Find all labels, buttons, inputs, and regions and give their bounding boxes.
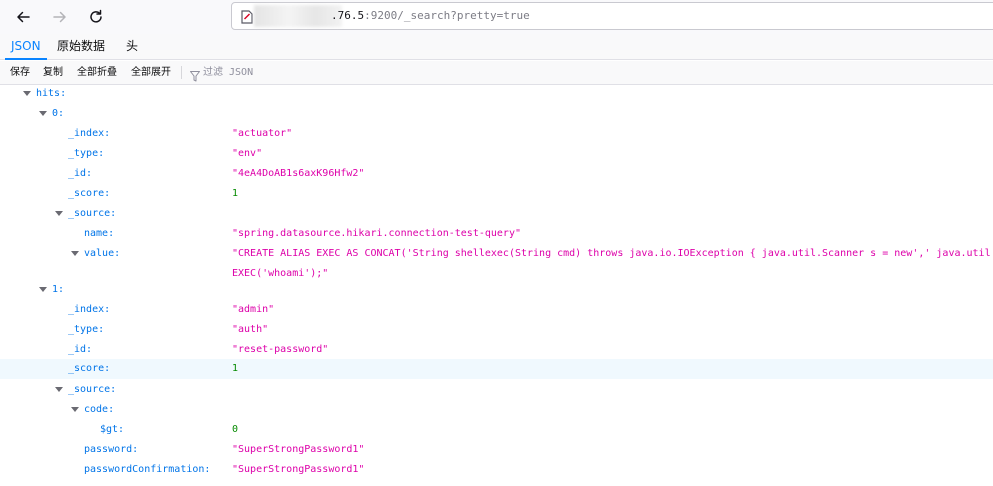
collapse-all-button[interactable]: 全部折叠 — [77, 61, 117, 84]
json-key: $gt: — [100, 424, 125, 435]
reload-button[interactable] — [84, 5, 108, 29]
expand-all-button[interactable]: 全部展开 — [131, 61, 171, 84]
json-string-value: "actuator" — [232, 128, 293, 139]
tree-row[interactable]: $gt: 0 — [0, 420, 993, 440]
json-string-value: "CREATE ALIAS EXEC AS CONCAT('String she… — [232, 244, 993, 284]
tab-json[interactable]: JSON — [5, 34, 47, 60]
arrow-left-icon — [17, 11, 30, 23]
url-path: :9200/_search?pretty=true — [364, 9, 530, 22]
json-string-value: "4eA4DoAB1s6axK96Hfw2" — [232, 168, 365, 179]
url-text: .76.5:9200/_search?pretty=true — [331, 9, 530, 22]
expanded-twisty-icon[interactable] — [39, 287, 47, 292]
redacted-host — [254, 5, 342, 27]
browser-toolbar: .76.5:9200/_search?pretty=true — [0, 0, 993, 34]
json-string-value: "SuperStrongPassword1" — [232, 444, 365, 455]
json-key: 1: — [52, 284, 65, 295]
json-key: password: — [84, 444, 139, 455]
tree-row[interactable]: _type: "env" — [0, 144, 993, 164]
page-icon — [241, 9, 253, 28]
tab-headers[interactable]: 头 — [126, 34, 138, 60]
expanded-twisty-icon[interactable] — [55, 387, 63, 392]
tree-row-code[interactable]: code: — [0, 400, 993, 420]
json-string-value: "auth" — [232, 324, 269, 335]
viewer-tabs: JSON 原始数据 头 — [0, 34, 993, 60]
json-key: _id: — [68, 344, 93, 355]
tree-row[interactable]: _type: "auth" — [0, 320, 993, 340]
expanded-twisty-icon[interactable] — [71, 251, 79, 256]
json-number-value: 1 — [232, 188, 239, 199]
tree-row-hit-1[interactable]: 1: — [0, 280, 993, 300]
expanded-twisty-icon[interactable] — [71, 407, 79, 412]
back-button[interactable] — [11, 5, 35, 29]
expanded-twisty-icon[interactable] — [39, 111, 47, 116]
toolbar-divider — [181, 66, 182, 79]
tree-row[interactable]: password: "SuperStrongPassword1" — [0, 440, 993, 460]
json-key: _index: — [68, 128, 111, 139]
tree-row-hit-0[interactable]: 0: — [0, 104, 993, 124]
json-key: _source: — [68, 208, 117, 219]
value-line-1: "CREATE ALIAS EXEC AS CONCAT('String she… — [232, 248, 993, 259]
json-string-value: "reset-password" — [232, 344, 329, 355]
tab-raw-data[interactable]: 原始数据 — [57, 34, 105, 60]
json-key: code: — [84, 404, 115, 415]
json-string-value: "admin" — [232, 304, 275, 315]
tree-row-source[interactable]: _source: — [0, 204, 993, 224]
tree-row-hits[interactable]: hits: — [0, 84, 993, 104]
json-key: _index: — [68, 304, 111, 315]
reload-icon — [90, 9, 102, 23]
json-string-value: "SuperStrongPassword1" — [232, 464, 365, 475]
expanded-twisty-icon[interactable] — [23, 91, 31, 96]
tree-row[interactable]: _id: "4eA4DoAB1s6axK96Hfw2" — [0, 164, 993, 184]
json-string-value: "env" — [232, 148, 263, 159]
json-key: _score: — [68, 188, 111, 199]
json-number-value: 0 — [232, 424, 239, 435]
arrow-right-icon — [53, 11, 66, 23]
json-actions-bar: 保存 复制 全部折叠 全部展开 — [0, 61, 993, 85]
json-key: value: — [84, 248, 121, 259]
json-number-value: 1 — [232, 363, 239, 374]
forward-button[interactable] — [48, 5, 72, 29]
json-string-value: "spring.datasource.hikari.connection-tes… — [232, 228, 521, 239]
address-bar[interactable]: .76.5:9200/_search?pretty=true — [231, 2, 993, 30]
tree-row[interactable]: _index: "actuator" — [0, 124, 993, 144]
json-key: _source: — [68, 384, 117, 395]
json-key: _score: — [68, 363, 111, 374]
save-button[interactable]: 保存 — [10, 61, 30, 84]
tree-row[interactable]: _index: "admin" — [0, 300, 993, 320]
json-key: 0: — [52, 108, 65, 119]
json-key: _type: — [68, 148, 105, 159]
tree-row[interactable]: _score: 1 — [0, 184, 993, 204]
json-key: passwordConfirmation: — [84, 464, 211, 475]
json-key: name: — [84, 228, 115, 239]
json-key: _type: — [68, 324, 105, 335]
tree-row-multiline[interactable]: value: "CREATE ALIAS EXEC AS CONCAT('Str… — [0, 244, 993, 284]
tree-row[interactable]: passwordConfirmation: "SuperStrongPasswo… — [0, 460, 993, 480]
tree-row-source[interactable]: _source: — [0, 380, 993, 400]
filter-json-input[interactable] — [203, 64, 403, 81]
url-host-suffix: .76.5 — [331, 9, 365, 22]
tree-row[interactable]: name: "spring.datasource.hikari.connecti… — [0, 224, 993, 244]
json-key: _id: — [68, 168, 93, 179]
tree-row[interactable]: _id: "reset-password" — [0, 340, 993, 360]
json-tree: hits: 0: _index: "actuator" _type: "env"… — [0, 84, 993, 486]
copy-button[interactable]: 复制 — [43, 61, 63, 84]
expanded-twisty-icon[interactable] — [55, 211, 63, 216]
json-key: hits: — [36, 88, 67, 99]
tree-row-hovered[interactable]: _score: 1 — [0, 359, 993, 379]
